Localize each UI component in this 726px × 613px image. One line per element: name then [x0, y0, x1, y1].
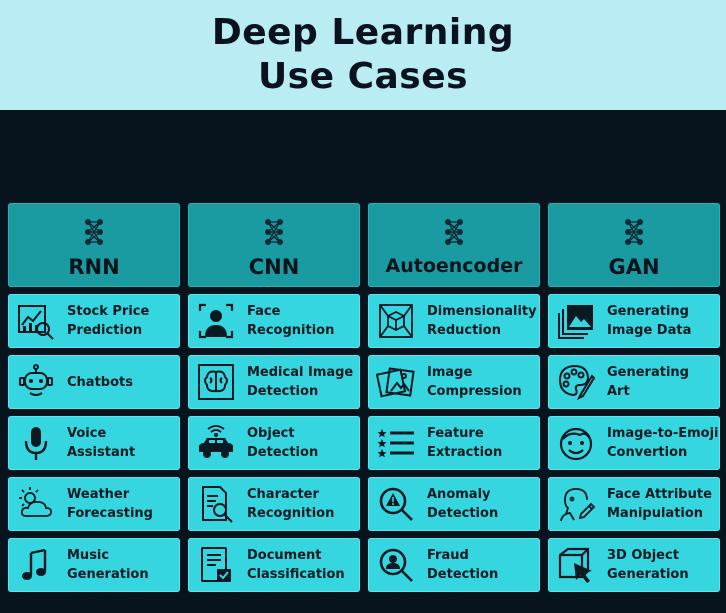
image-gallery-icon: [558, 305, 593, 339]
title-banner: Deep Learning Use Cases: [0, 0, 726, 110]
use-case-label: Image-to-Emoji Convertion: [607, 426, 719, 460]
header-gan: GAN: [548, 203, 720, 287]
neural-network-icon: [625, 219, 643, 245]
use-case-dimensionality-reduction: Dimensionality Reduction: [368, 294, 540, 348]
header-label-autoencoder: Autoencoder: [385, 255, 523, 277]
cube-frame-icon: [379, 304, 413, 338]
use-case-label: Image Compression: [427, 365, 522, 399]
use-case-label: Anomaly Detection: [427, 487, 499, 521]
photo-stack-icon: [376, 367, 415, 398]
column-gan: GAN Generating Image Data Generating Art…: [548, 203, 720, 607]
use-case-object-detection: Object Detection: [188, 416, 360, 470]
document-search-icon: [202, 486, 233, 523]
title-line-2: Use Cases: [257, 56, 469, 97]
use-case-voice-assistant: Voice Assistant: [8, 416, 180, 470]
use-case-label: Dimensionality Reduction: [427, 304, 537, 338]
face-scan-icon: [198, 303, 234, 339]
use-case-chatbots: Chatbots: [8, 355, 180, 409]
brain-scan-icon: [198, 364, 234, 400]
header-cnn: CNN: [188, 203, 360, 287]
use-case-generating-image-data: Generating Image Data: [548, 294, 720, 348]
neural-network-icon: [265, 219, 283, 245]
column-autoencoder: Autoencoder Dimensionality Reduction Ima…: [368, 203, 540, 607]
3d-cube-cursor-icon: [558, 547, 592, 583]
neural-network-icon: [445, 219, 463, 245]
car-sensor-icon: [199, 425, 233, 458]
use-case-face-attribute-manipulation: Face Attribute Manipulation: [548, 477, 720, 531]
use-case-music-generation: Music Generation: [8, 538, 180, 592]
warning-magnifier-icon: [379, 487, 413, 521]
header-rnn: RNN: [8, 203, 180, 287]
use-case-3d-object-generation: 3D Object Generation: [548, 538, 720, 592]
use-case-character-recognition: Character Recognition: [188, 477, 360, 531]
use-case-label: Character Recognition: [247, 487, 335, 521]
neural-network-icon: [85, 219, 103, 245]
title-line-1: Deep Learning: [211, 12, 515, 53]
use-case-label: Face Recognition: [247, 304, 335, 338]
use-case-label: Weather Forecasting: [67, 487, 153, 521]
use-case-label: Stock Price Prediction: [67, 304, 150, 338]
emoji-face-icon: [559, 427, 593, 461]
document-check-icon: [201, 547, 231, 582]
use-case-label: Object Detection: [247, 426, 319, 460]
use-case-feature-extraction: Feature Extraction: [368, 416, 540, 470]
use-case-label: Chatbots: [67, 374, 133, 390]
column-cnn: CNN Face Recognition Medical Image Detec…: [188, 203, 360, 607]
use-case-label: 3D Object Generation: [607, 548, 689, 582]
header-label-gan: GAN: [608, 255, 660, 279]
use-case-label: Generating Art: [607, 365, 689, 399]
sun-cloud-icon: [19, 487, 53, 517]
use-case-label: Music Generation: [67, 548, 149, 582]
column-rnn: RNN Stock Price Prediction Chatbots Voic…: [8, 203, 180, 607]
use-case-image-to-emoji-convertion: Image-to-Emoji Convertion: [548, 416, 720, 470]
use-case-label: Voice Assistant: [67, 426, 136, 460]
palette-icon: [558, 364, 596, 401]
use-case-label: Face Attribute Manipulation: [607, 487, 712, 521]
stock-chart-magnifier-icon: [18, 305, 54, 340]
use-case-fraud-detection: Fraud Detection: [368, 538, 540, 592]
use-case-label: Generating Image Data: [607, 304, 692, 338]
use-case-generating-art: Generating Art: [548, 355, 720, 409]
use-case-anomaly-detection: Anomaly Detection: [368, 477, 540, 531]
header-label-cnn: CNN: [248, 255, 300, 279]
face-edit-icon: [560, 488, 596, 522]
use-case-face-recognition: Face Recognition: [188, 294, 360, 348]
use-case-label: Feature Extraction: [427, 426, 503, 460]
header-autoencoder: Autoencoder: [368, 203, 540, 287]
fraud-magnifier-icon: [379, 548, 413, 582]
use-case-grid: RNN Stock Price Prediction Chatbots Voic…: [8, 203, 720, 607]
use-case-label: Fraud Detection: [427, 548, 499, 582]
header-label-rnn: RNN: [68, 255, 120, 279]
use-case-label: Medical Image Detection: [247, 365, 354, 399]
use-case-label: Document Classification: [247, 548, 345, 582]
use-case-image-compression: Image Compression: [368, 355, 540, 409]
music-note-icon: [22, 548, 47, 580]
microphone-icon: [24, 427, 48, 460]
star-list-icon: [377, 429, 414, 458]
robot-icon: [19, 364, 53, 396]
use-case-document-classification: Document Classification: [188, 538, 360, 592]
use-case-medical-image-detection: Medical Image Detection: [188, 355, 360, 409]
use-case-weather-forecasting: Weather Forecasting: [8, 477, 180, 531]
use-case-stock-price-prediction: Stock Price Prediction: [8, 294, 180, 348]
